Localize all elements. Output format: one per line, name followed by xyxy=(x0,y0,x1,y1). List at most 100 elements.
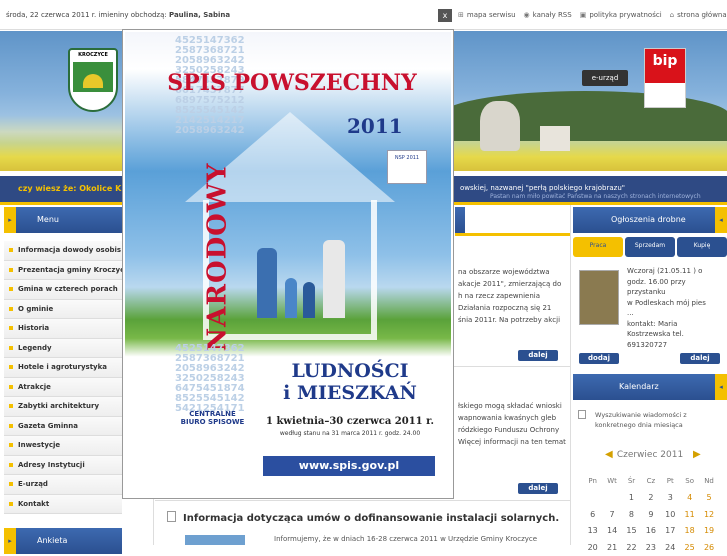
calendar-day[interactable]: 15 xyxy=(622,523,641,540)
calendar-day[interactable]: 24 xyxy=(661,539,680,556)
poll-title: Ankieta xyxy=(37,536,68,545)
menu-item-gazeta[interactable]: Gazeta Gminna xyxy=(4,416,122,436)
poster-title: SPIS POWSZECHNY xyxy=(167,70,417,96)
cbs-logo: CENTRALNE BIURO SPISOWE xyxy=(175,410,250,426)
ticker-subtext: Pastan nam miło powitać Państwa na naszy… xyxy=(490,193,701,200)
nameday-names: Paulina, Sabina xyxy=(169,11,231,19)
poster-numbers-bottom: 4525147362 2587368721 2058963242 3250258… xyxy=(175,343,245,414)
add-ad-button[interactable]: dodaj xyxy=(579,353,619,364)
menu-item-kontakt[interactable]: Kontakt xyxy=(4,494,122,514)
menu-item-zabytki[interactable]: Zabytki architektury xyxy=(4,397,122,417)
calendar-day[interactable]: 6 xyxy=(583,506,602,523)
calendar-day[interactable]: 19 xyxy=(699,523,718,540)
chevron-right-icon: ▸ xyxy=(4,207,16,233)
calendar-day[interactable]: 20 xyxy=(583,539,602,556)
cbs-name-2: BIURO SPISOWE xyxy=(180,418,245,426)
calendar-day[interactable]: 25 xyxy=(680,539,699,556)
article-text: Informujemy, że w dniach 16-28 czerwca 2… xyxy=(274,535,538,543)
sitemap-link[interactable]: ⊞ mapa serwisu xyxy=(458,11,516,19)
calendar-day[interactable]: 13 xyxy=(583,523,602,540)
menu-item-pory-roku[interactable]: Gmina w czterech porach xyxy=(4,280,122,300)
menu-item-historia[interactable]: Historia xyxy=(4,319,122,339)
more-button[interactable]: dalej xyxy=(518,483,558,494)
poster-vertical-text: NARODOWY xyxy=(202,162,233,352)
ticker-text: owskiej, nazwanej "perłą polskiego krajo… xyxy=(460,184,625,192)
poster-dates: 1 kwietnia–30 czerwca 2011 r. xyxy=(266,416,434,427)
calendar-day[interactable]: 8 xyxy=(622,506,641,523)
calendar-header: Kalendarz ◂ xyxy=(573,374,727,400)
home-link[interactable]: ⌂ strona główna xyxy=(670,11,727,19)
calendar-day[interactable]: 2 xyxy=(641,490,660,507)
calendar-month: Czerwiec 2011 xyxy=(616,450,684,460)
tab-praca[interactable]: Praca xyxy=(573,237,623,257)
close-popup-button[interactable]: x xyxy=(438,9,452,22)
calendar-day[interactable]: 10 xyxy=(661,506,680,523)
calendar-day[interactable]: 1 xyxy=(622,490,641,507)
crest-sun-icon xyxy=(83,74,103,88)
menu-header: ▸ Menu xyxy=(4,207,122,233)
poster-headline: LUDNOŚCI i MIESZKAŃ xyxy=(283,360,417,404)
menu-item-o-gminie[interactable]: O gminie xyxy=(4,299,122,319)
crest-label: KROCZYCE xyxy=(78,52,108,58)
calendar-day[interactable]: 4 xyxy=(680,490,699,507)
banner-rock xyxy=(480,101,520,151)
calendar-grid: Pn Wt Śr Cz Pt So Nd 1 2 3 4 5 6 7 8 9 1… xyxy=(583,473,719,556)
news-header xyxy=(455,207,465,233)
ad-text: Wczoraj (21.05.11 ) o godz. 16.00 przy p… xyxy=(627,267,706,349)
family-figures xyxy=(245,228,365,318)
article-title[interactable]: Informacja dotycząca umów o dofinansowan… xyxy=(167,511,559,524)
ads-more-button[interactable]: dalej xyxy=(680,353,720,364)
menu-item-inwestycje[interactable]: Inwestycje xyxy=(4,436,122,456)
menu-item-dowody[interactable]: Informacja dowody osobis xyxy=(4,241,122,261)
calendar-day[interactable]: 7 xyxy=(602,506,621,523)
tab-kupie[interactable]: Kupię xyxy=(677,237,727,257)
menu-item-e-urzad[interactable]: E-urząd xyxy=(4,475,122,495)
calendar-day[interactable]: 12 xyxy=(699,506,718,523)
calendar-day[interactable]: 9 xyxy=(641,506,660,523)
calendar-day[interactable]: 5 xyxy=(699,490,718,507)
calendar-search-text[interactable]: Wyszukiwanie wiadomości z konkretnego dn… xyxy=(595,410,687,430)
sitemap-icon: ⊞ xyxy=(458,11,464,19)
privacy-link[interactable]: ▣ polityka prywatności xyxy=(580,11,662,19)
bip-logo-link[interactable]: bip xyxy=(644,48,686,108)
e-urzad-link[interactable]: e-urząd xyxy=(582,70,628,86)
article-thumbnail[interactable] xyxy=(185,535,245,545)
bip-label: bip xyxy=(652,53,678,69)
calendar-day[interactable]: 3 xyxy=(661,490,680,507)
calendar-day[interactable]: 11 xyxy=(680,506,699,523)
next-month-icon[interactable]: ▶ xyxy=(693,449,701,460)
calendar-day[interactable]: 21 xyxy=(602,539,621,556)
document-icon xyxy=(578,410,586,419)
calendar-day[interactable]: 16 xyxy=(641,523,660,540)
ads-tabs: Praca Sprzedam Kupię xyxy=(573,237,727,257)
tab-sprzedam[interactable]: Sprzedam xyxy=(625,237,675,257)
more-button[interactable]: dalej xyxy=(518,350,558,361)
census-url-link[interactable]: www.spis.gov.pl xyxy=(263,456,435,476)
calendar-day[interactable]: 17 xyxy=(661,523,680,540)
rss-icon: ◉ xyxy=(523,11,530,19)
calendar-day[interactable]: 26 xyxy=(699,539,718,556)
ticker-label: czy wiesz że: Okolice K xyxy=(18,184,122,193)
calendar-title: Kalendarz xyxy=(619,382,659,391)
calendar-day[interactable]: 22 xyxy=(622,539,641,556)
poster-dates-note: według stanu na 31 marca 2011 r. godz. 2… xyxy=(279,430,421,437)
top-links: ⊞ mapa serwisu ◉ kanały RSS ▣ polityka pryw… xyxy=(458,11,727,19)
menu-title: Menu xyxy=(37,215,59,224)
calendar-day[interactable]: 23 xyxy=(641,539,660,556)
rss-link[interactable]: ◉ kanały RSS xyxy=(524,11,572,19)
menu-item-legendy[interactable]: Legendy xyxy=(4,338,122,358)
census-poster[interactable]: 4525147362 2587368721 2058963242 3250258… xyxy=(125,32,451,496)
menu-item-adresy[interactable]: Adresy Instytucji xyxy=(4,455,122,475)
cbs-name-1: CENTRALNE xyxy=(189,410,236,418)
date-nameday-text: środa, 22 czerwca 2011 r. imieniny obcho… xyxy=(6,11,231,19)
menu-item-prezentacja[interactable]: Prezentacja gminy Kroczyc xyxy=(4,260,122,280)
menu-item-atrakcje[interactable]: Atrakcje xyxy=(4,377,122,397)
ad-photo-dog[interactable] xyxy=(579,270,619,325)
census-popup[interactable]: 4525147362 2587368721 2058963242 3250258… xyxy=(122,29,454,499)
top-bar: środa, 22 czerwca 2011 r. imieniny obcho… xyxy=(0,0,727,30)
calendar-day[interactable]: 18 xyxy=(680,523,699,540)
ads-title: Ogłoszenia drobne xyxy=(611,215,686,224)
menu-item-hotele[interactable]: Hotele i agroturystyka xyxy=(4,358,122,378)
calendar-day[interactable]: 14 xyxy=(602,523,621,540)
coat-of-arms-logo[interactable]: KROCZYCE xyxy=(68,48,118,112)
